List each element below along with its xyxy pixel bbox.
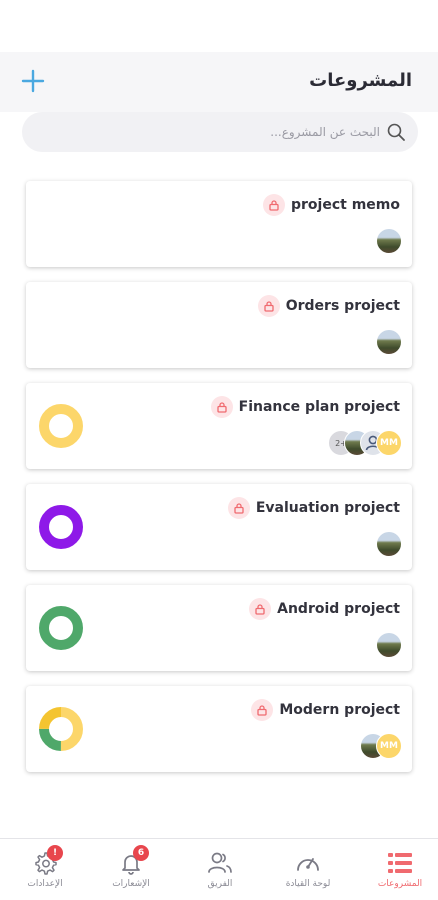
nav-label-projects: المشروعات	[377, 879, 423, 889]
team-icon	[208, 852, 232, 873]
notification-count-badge: 6	[133, 845, 149, 861]
ring-segment	[39, 404, 83, 448]
ring-segment	[39, 606, 83, 650]
project-card[interactable]: project memo	[26, 181, 412, 267]
top-bar: المشروعات	[0, 52, 438, 112]
project-name: Evaluation project	[255, 500, 400, 516]
project-name: Finance plan project	[238, 399, 400, 415]
lock-icon	[263, 194, 285, 216]
project-name: Modern project	[279, 702, 400, 718]
avatar-photo	[376, 329, 402, 355]
lock-icon	[249, 598, 272, 620]
member-avatars	[376, 632, 402, 658]
lock-icon	[227, 497, 250, 519]
project-card[interactable]: Android project	[26, 585, 412, 671]
project-card[interactable]: Finance plan project MM 2+	[26, 383, 412, 469]
search-icon	[387, 123, 405, 141]
nav-label-settings: الإعدادات	[27, 879, 63, 889]
search-input[interactable]	[50, 112, 380, 152]
ring-segment	[39, 505, 83, 549]
avatar-photo	[376, 632, 402, 658]
lock-icon	[257, 295, 280, 317]
project-name: Android project	[277, 601, 400, 617]
member-avatars	[376, 329, 402, 355]
progress-ring	[39, 505, 83, 549]
project-card[interactable]: Orders project	[26, 282, 412, 368]
dashboard-gauge-icon	[297, 858, 319, 871]
progress-ring	[39, 606, 83, 650]
avatar-photo	[376, 531, 402, 557]
lock-icon	[251, 699, 274, 721]
list-icon	[388, 853, 412, 873]
progress-ring	[39, 404, 83, 448]
project-card[interactable]: Evaluation project	[26, 484, 412, 570]
nav-label-team: الفريق	[207, 879, 233, 889]
member-avatars: MM	[360, 733, 402, 759]
project-name: project memo	[291, 197, 400, 213]
avatar-initials: MM	[376, 430, 402, 456]
lock-icon	[210, 396, 233, 418]
add-project-button[interactable]	[18, 66, 48, 96]
nav-label-notifications: الإشعارات	[112, 879, 150, 889]
nav-item-team[interactable]: الفريق	[182, 839, 258, 900]
nav-item-settings[interactable]: ! الإعدادات	[7, 839, 83, 900]
nav-item-notifications[interactable]: 6 الإشعارات	[93, 839, 169, 900]
project-card[interactable]: Modern project MM	[26, 686, 412, 772]
plus-icon	[21, 69, 45, 93]
member-avatars	[376, 228, 402, 254]
avatar-initials: MM	[376, 733, 402, 759]
progress-ring	[39, 707, 83, 751]
nav-label-dashboard: لوحة القيادة	[285, 879, 331, 889]
member-avatars	[376, 531, 402, 557]
nav-item-dashboard[interactable]: لوحة القيادة	[270, 839, 346, 900]
project-name: Orders project	[285, 298, 400, 314]
bottom-navigation: المشروعات لوحة القيادة الفريق 6 الإشعارا…	[0, 838, 438, 900]
page-title: المشروعات	[309, 70, 412, 91]
member-avatars: MM 2+	[328, 430, 402, 456]
search-bar	[22, 112, 418, 152]
nav-item-projects[interactable]: المشروعات	[362, 839, 438, 900]
settings-alert-badge: !	[47, 845, 63, 861]
avatar-photo	[376, 228, 402, 254]
